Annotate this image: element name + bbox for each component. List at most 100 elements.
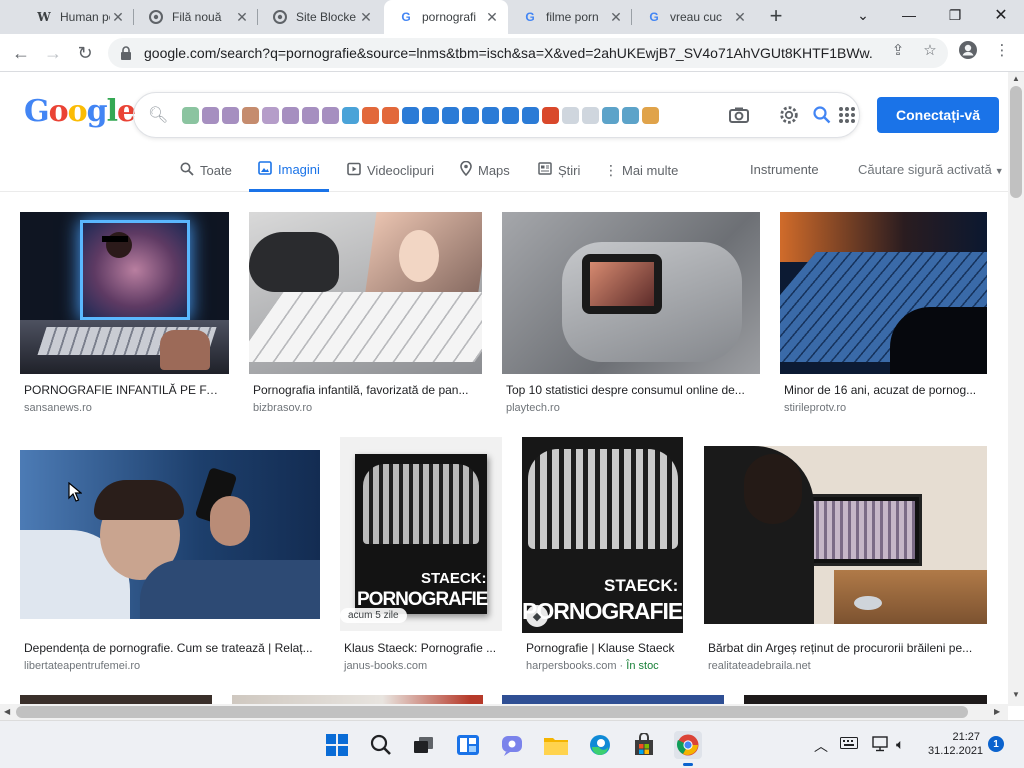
image-result[interactable]: Pornografia infantilă, favorizată de pan…: [249, 212, 483, 417]
result-thumbnail[interactable]: STAECK: PORNOGRAFIE ◆: [522, 437, 683, 633]
result-thumbnail[interactable]: [20, 450, 320, 619]
query-emoji: [382, 106, 400, 124]
menu-icon[interactable]: ⋮: [992, 40, 1012, 60]
browser-tab-active[interactable]: G pornografi ✕: [384, 0, 508, 34]
minimize-button[interactable]: —: [886, 0, 932, 30]
close-icon[interactable]: ✕: [608, 9, 624, 25]
result-caption[interactable]: Dependența de pornografie. Cum se tratea…: [24, 641, 318, 655]
profile-icon[interactable]: [958, 40, 978, 60]
back-button[interactable]: ←: [8, 40, 34, 66]
search-input[interactable]: 🔍︎: [133, 92, 860, 138]
result-thumbnail[interactable]: [502, 212, 760, 374]
result-thumbnail[interactable]: [249, 212, 482, 374]
close-icon[interactable]: ✕: [358, 9, 374, 25]
close-icon[interactable]: ✕: [234, 9, 250, 25]
tab-news[interactable]: Știri: [538, 150, 580, 190]
teams-chat-icon[interactable]: [498, 731, 526, 759]
reload-button[interactable]: ↻: [72, 40, 98, 66]
image-result-partial[interactable]: [502, 695, 724, 704]
image-result[interactable]: PORNOGRAFIE INFANTILĂ PE FAC... sansanew…: [20, 212, 230, 417]
tab-more[interactable]: ⋮ Mai multe: [604, 150, 678, 190]
image-result[interactable]: Dependența de pornografie. Cum se tratea…: [20, 450, 321, 675]
address-bar[interactable]: google.com/search?q=pornografie&source=l…: [108, 38, 948, 68]
result-caption[interactable]: Pornografia infantilă, favorizată de pan…: [253, 383, 479, 397]
browser-tab[interactable]: W Human pe ✕: [22, 0, 134, 34]
search-icon[interactable]: [367, 731, 395, 759]
restore-button[interactable]: ❐: [932, 0, 978, 30]
bookmark-star-icon[interactable]: ☆: [920, 40, 940, 60]
close-icon[interactable]: ✕: [732, 9, 748, 25]
google-logo[interactable]: Google: [24, 94, 136, 129]
camera-icon[interactable]: [728, 104, 750, 126]
result-caption[interactable]: Minor de 16 ani, acuzat de pornog...: [784, 383, 984, 397]
result-caption[interactable]: Pornografie | Klause Staeck: [526, 641, 682, 655]
file-explorer-icon[interactable]: [542, 731, 570, 759]
query-emoji: [262, 106, 280, 124]
show-hidden-icons-icon[interactable]: ︿: [814, 736, 828, 756]
query-emoji: [282, 106, 300, 124]
result-caption[interactable]: Top 10 statistici despre consumul online…: [506, 383, 756, 397]
search-query[interactable]: [182, 106, 712, 124]
vertical-scroll-thumb[interactable]: [1010, 86, 1022, 198]
close-icon[interactable]: ✕: [110, 9, 126, 25]
volume-icon[interactable]: 🔈︎: [896, 736, 904, 753]
image-result[interactable]: Bărbat din Argeș reținut de procurorii b…: [704, 446, 988, 675]
keyboard-icon[interactable]: [840, 736, 858, 752]
image-result-partial[interactable]: [20, 695, 212, 704]
forward-button[interactable]: →: [40, 40, 66, 66]
scroll-right-icon[interactable]: ▶: [994, 707, 1000, 716]
clock[interactable]: 21:27 31.12.2021: [928, 730, 983, 758]
poster-line-1: STAECK:: [604, 576, 679, 595]
widgets-icon[interactable]: [454, 731, 482, 759]
browser-tab[interactable]: G filme porn ✕: [508, 0, 632, 34]
scroll-left-icon[interactable]: ◀: [4, 707, 10, 716]
url-text[interactable]: google.com/search?q=pornografie&source=l…: [144, 45, 874, 61]
image-result-partial[interactable]: [744, 695, 987, 704]
query-emoji: [642, 106, 660, 124]
result-thumbnail[interactable]: [780, 212, 987, 374]
image-result-partial[interactable]: [232, 695, 483, 704]
close-icon[interactable]: ✕: [484, 9, 500, 25]
query-emoji: [582, 106, 600, 124]
image-result[interactable]: STAECK: PORNOGRAFIE ◆ Pornografie | Klau…: [522, 437, 684, 675]
safesearch-button[interactable]: Căutare sigură activată ▼: [858, 162, 1004, 177]
image-result[interactable]: Top 10 statistici despre consumul online…: [502, 212, 761, 417]
browser-tab[interactable]: G vreau cuc ✕: [632, 0, 756, 34]
browser-tab[interactable]: Filă nouă ✕: [134, 0, 258, 34]
tab-maps[interactable]: Maps: [460, 150, 510, 190]
result-caption[interactable]: Klaus Staeck: Pornografie ...: [344, 641, 500, 655]
new-tab-button[interactable]: +: [764, 5, 788, 29]
result-caption[interactable]: PORNOGRAFIE INFANTILĂ PE FAC...: [24, 383, 226, 397]
result-thumbnail[interactable]: [20, 212, 229, 374]
result-caption[interactable]: Bărbat din Argeș reținut de procurorii b…: [708, 641, 986, 655]
close-window-button[interactable]: ✕: [978, 0, 1024, 30]
chrome-taskbar-icon[interactable]: [674, 731, 702, 766]
tab-title: filme porn: [546, 10, 599, 24]
apps-grid-icon[interactable]: [836, 104, 858, 126]
network-icon[interactable]: [872, 736, 890, 755]
edge-icon[interactable]: [586, 731, 614, 759]
share-icon[interactable]: ⇪: [888, 40, 908, 60]
signin-button[interactable]: Conectați-vă: [877, 97, 999, 133]
result-thumbnail[interactable]: STAECK: PORNOGRAFIE acum 5 zile: [340, 437, 502, 631]
windows-start-icon[interactable]: [323, 731, 351, 759]
scroll-down-icon[interactable]: ▼: [1012, 690, 1020, 699]
settings-gear-icon[interactable]: [778, 104, 800, 126]
image-result[interactable]: Minor de 16 ani, acuzat de pornog... sti…: [780, 212, 988, 417]
tools-button[interactable]: Instrumente: [750, 162, 819, 177]
microsoft-store-icon[interactable]: [630, 731, 658, 759]
news-icon: [538, 162, 552, 178]
image-result[interactable]: STAECK: PORNOGRAFIE acum 5 zile Klaus St…: [340, 437, 503, 675]
notification-badge[interactable]: 1: [988, 736, 1004, 752]
query-emoji: [402, 106, 420, 124]
tab-search-icon[interactable]: ⌄: [840, 0, 886, 30]
tab-images[interactable]: Imagini: [249, 150, 329, 192]
browser-tab[interactable]: Site Blocke ✕: [258, 0, 382, 34]
horizontal-scroll-thumb[interactable]: [16, 706, 968, 718]
result-thumbnail[interactable]: [704, 446, 987, 624]
search-button-icon[interactable]: [811, 104, 833, 126]
tab-all[interactable]: Toate: [180, 150, 232, 190]
task-view-icon[interactable]: [410, 731, 438, 759]
tab-videos[interactable]: Videoclipuri: [347, 150, 434, 190]
scroll-up-icon[interactable]: ▲: [1012, 74, 1020, 83]
